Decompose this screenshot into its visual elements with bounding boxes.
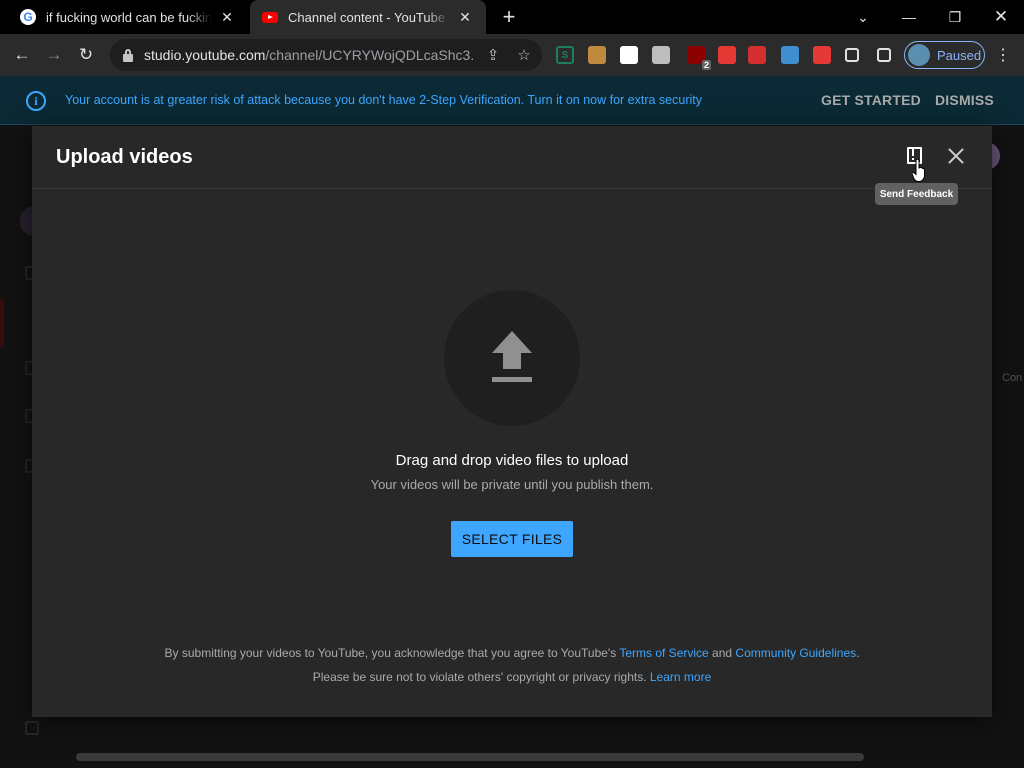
legal-line-1: By submitting your videos to YouTube, yo… [32, 646, 992, 660]
banner-message: Your account is at greater risk of attac… [65, 93, 702, 107]
new-tab-icon[interactable]: + [498, 4, 520, 29]
heart-extension-icon[interactable] [813, 46, 831, 64]
community-guidelines-link[interactable]: Community Guidelines [735, 646, 856, 660]
restore-icon[interactable]: ❐ [932, 0, 978, 34]
browser-tab-strip: G if fucking world can be fucking an ✕ C… [0, 0, 1024, 34]
send-feedback-tooltip: Send Feedback [875, 183, 958, 205]
youtube-icon [262, 9, 278, 25]
upload-videos-dialog: Upload videos Send Feedback Drag and dro… [32, 126, 992, 717]
address-url[interactable]: studio.youtube.com/channel/UCYRYWojQDLca… [144, 47, 474, 63]
drag-drop-subtitle: Your videos will be private until you pu… [370, 477, 654, 492]
cookie-extension-icon[interactable] [588, 46, 606, 64]
period-text: . [856, 646, 860, 660]
puzzle-extensions-icon[interactable] [845, 48, 859, 62]
tab-title: if fucking world can be fucking an [46, 9, 212, 25]
legal-text: Please be sure not to violate others' co… [312, 670, 650, 684]
blue-square-extension-icon[interactable] [781, 46, 799, 64]
legal-line-2: Please be sure not to violate others' co… [32, 670, 992, 684]
reload-icon[interactable]: ↻ [72, 41, 100, 69]
hand-cursor-icon [912, 158, 925, 182]
google-icon: G [20, 9, 36, 25]
sidepanel-icon[interactable] [877, 48, 891, 62]
learn-more-link[interactable]: Learn more [650, 670, 711, 684]
window-extension-icon[interactable] [652, 46, 670, 64]
red-circle-extension-icon[interactable] [718, 46, 736, 64]
lock-icon[interactable] [122, 48, 134, 62]
avatar [908, 44, 930, 66]
upload-arrow-icon[interactable] [490, 331, 534, 383]
red-bar-extension-icon[interactable] [748, 46, 766, 64]
select-files-button[interactable]: SELECT FILES [451, 521, 573, 557]
get-started-button[interactable]: GET STARTED [821, 92, 921, 108]
extension-badge: 2 [701, 60, 711, 70]
dialog-title: Upload videos [56, 146, 193, 168]
dialog-close-icon[interactable] [946, 146, 966, 166]
legal-text: By submitting your videos to YouTube, yo… [164, 646, 620, 660]
browser-tab-google[interactable]: G if fucking world can be fucking an ✕ [8, 0, 248, 34]
and-text: and [708, 646, 736, 660]
background-content-label: Con [1002, 372, 1023, 384]
star-bookmark-icon[interactable]: ☆ [514, 45, 534, 65]
drag-drop-title: Drag and drop video files to upload [395, 452, 629, 469]
profile-button[interactable]: Paused [904, 41, 985, 69]
minimize-icon[interactable]: — [886, 0, 932, 34]
horizontal-scrollbar[interactable] [76, 753, 864, 761]
ublock-extension-icon[interactable]: 2 [687, 46, 711, 70]
tab-search-chevron-icon[interactable]: ⌄ [840, 0, 886, 34]
terms-of-service-link[interactable]: Terms of Service [619, 646, 708, 660]
url-path: /channel/UCYRYWojQDLcaShc3... [265, 47, 474, 63]
info-icon: i [26, 91, 46, 111]
tab-close-icon[interactable]: ✕ [218, 8, 236, 26]
dismiss-button[interactable]: DISMISS [935, 92, 994, 108]
browser-menu-icon[interactable]: ⋮ [994, 46, 1012, 64]
tab-close-icon[interactable]: ✕ [456, 8, 474, 26]
window-close-icon[interactable]: ✕ [978, 0, 1024, 34]
tab-title: Channel content - YouTube Studio [288, 9, 450, 25]
browser-toolbar: ← → ↻ studio.youtube.com/channel/UCYRYWo… [0, 34, 1024, 76]
owl-extension-icon[interactable] [620, 46, 638, 64]
share-icon[interactable]: ⇪ [483, 45, 503, 65]
security-banner: i Your account is at greater risk of att… [0, 76, 1024, 125]
address-bar[interactable]: studio.youtube.com/channel/UCYRYWojQDLca… [110, 39, 542, 71]
browser-tab-youtube-studio[interactable]: Channel content - YouTube Studio ✕ [250, 0, 486, 34]
url-host: studio.youtube.com [144, 47, 266, 63]
back-arrow-icon[interactable]: ← [8, 41, 36, 69]
s-extension-icon[interactable]: S [556, 46, 574, 64]
dialog-header: Upload videos [32, 126, 992, 189]
forward-arrow-icon[interactable]: → [40, 41, 68, 69]
profile-status: Paused [937, 47, 982, 63]
